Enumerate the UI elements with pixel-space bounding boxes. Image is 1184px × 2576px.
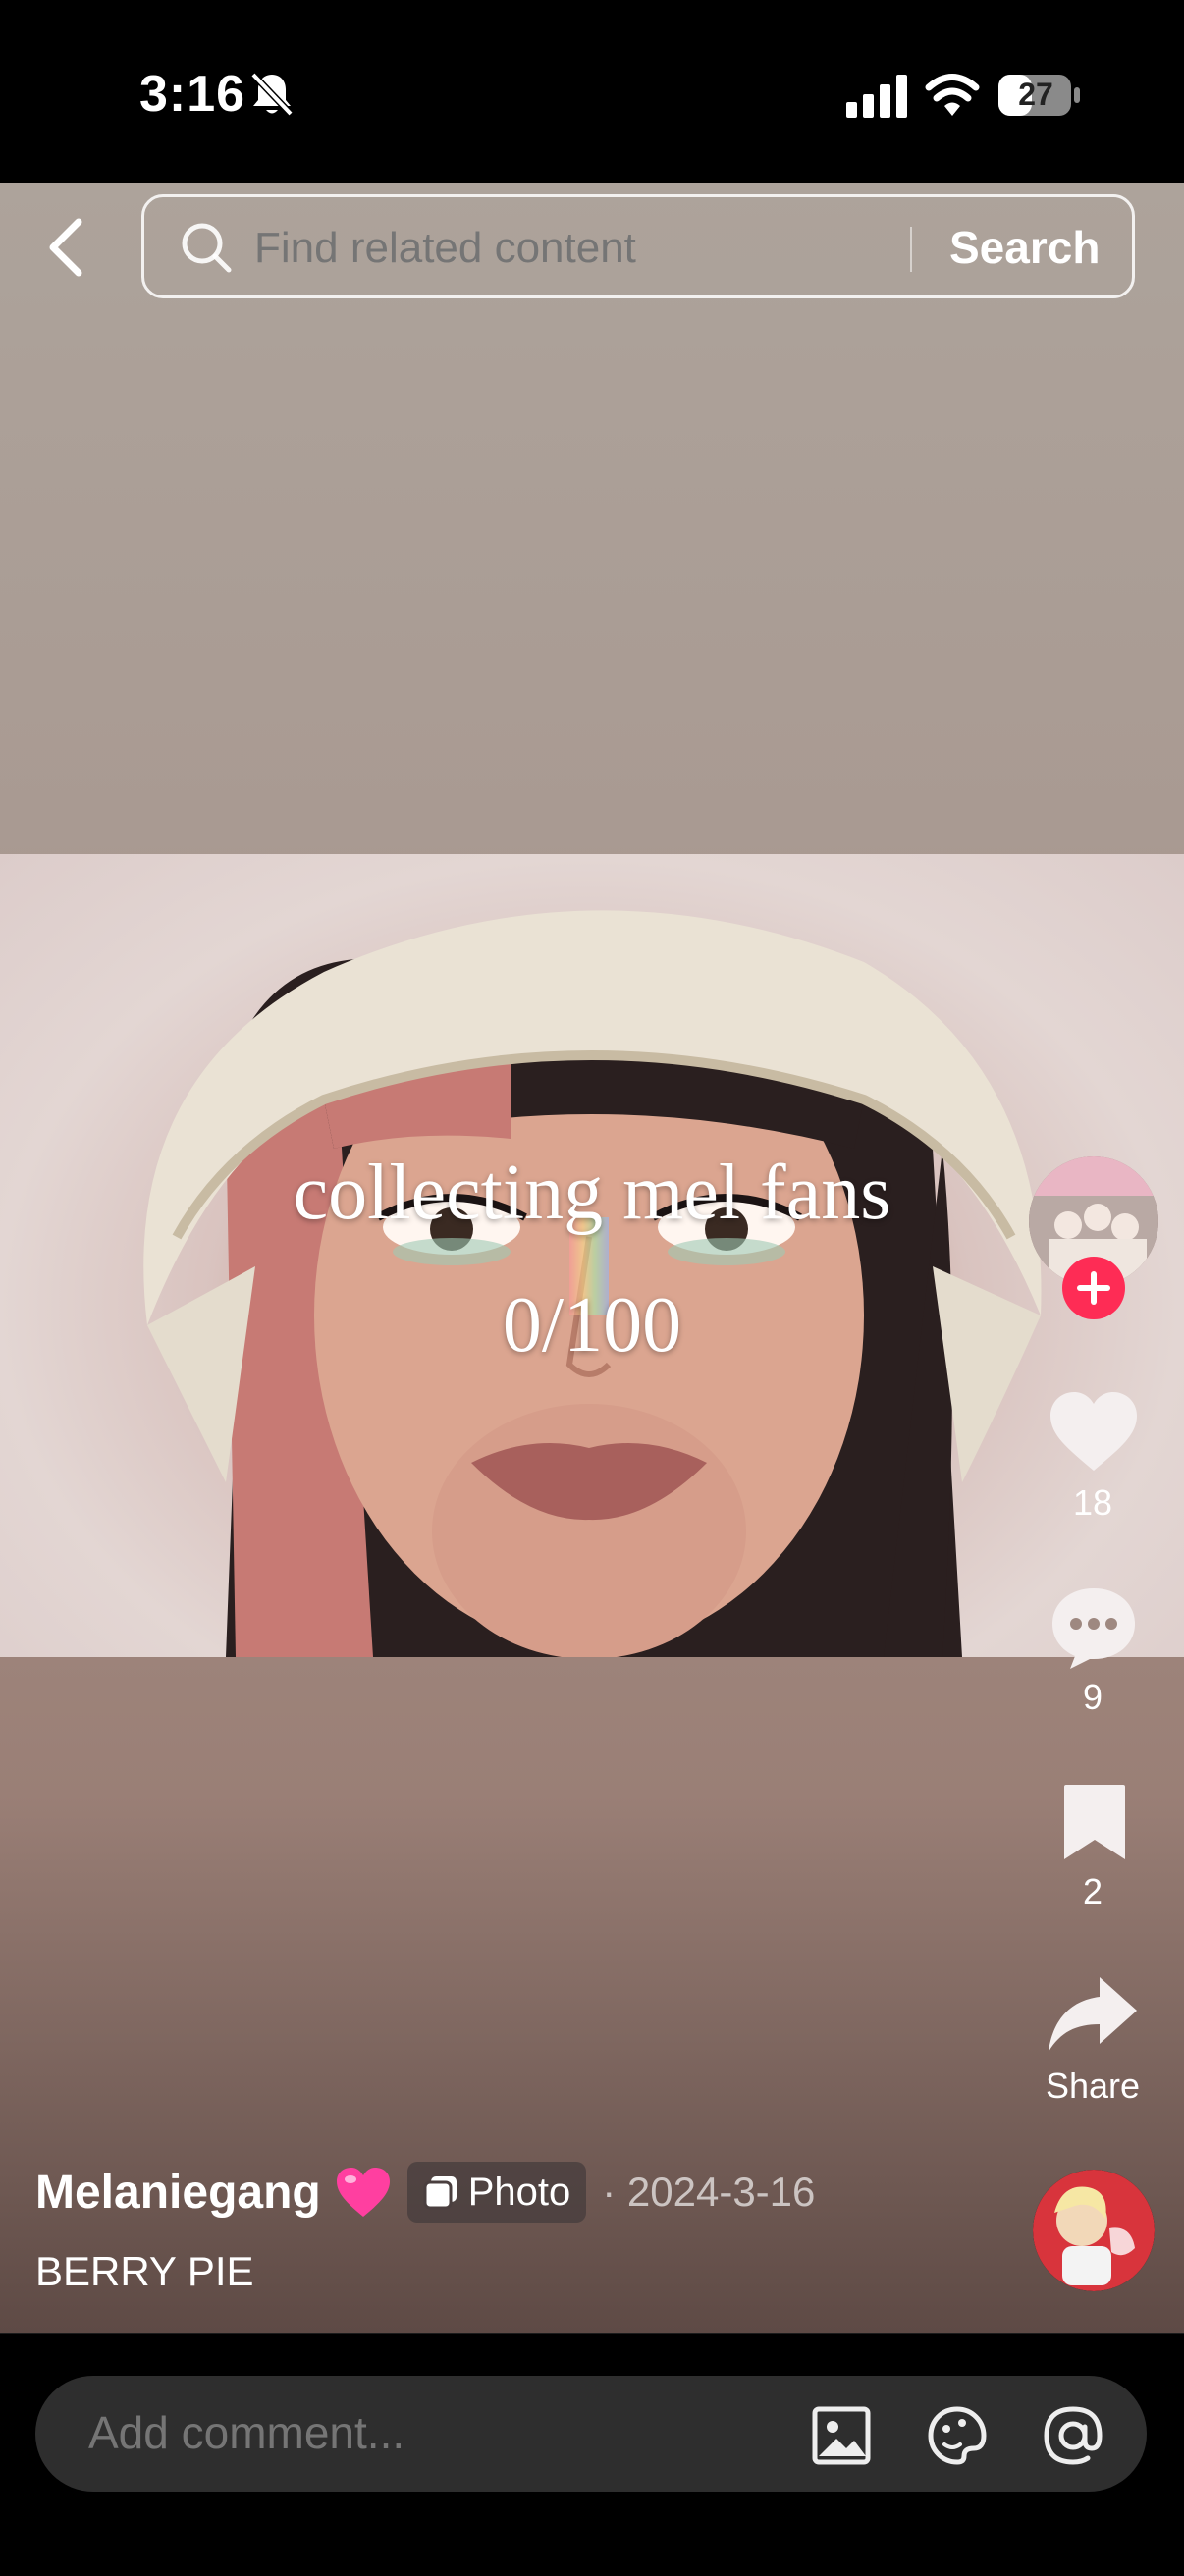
search-button[interactable]: Search (949, 221, 1100, 274)
search-divider (910, 227, 912, 272)
author-row: Melaniegang Photo · 2024-3-16 (35, 2158, 815, 2227)
portrait-illustration (143, 910, 1042, 1657)
image-picker-icon[interactable] (811, 2405, 872, 2466)
bookmark-count: 2 (1082, 1871, 1103, 1911)
search-bar[interactable]: Search (141, 194, 1135, 298)
bell-muted-icon (250, 72, 294, 117)
back-button[interactable] (39, 214, 94, 281)
post-photo[interactable]: collecting mel fans 0/100 (0, 854, 1184, 1657)
comment-count: 9 (1082, 1677, 1103, 1717)
pink-heart-emoji-icon (336, 2168, 390, 2217)
status-bar: 3:16 27 (0, 0, 1184, 183)
comment-input[interactable] (86, 2405, 778, 2460)
search-input[interactable] (252, 223, 845, 274)
photo-badge-label: Photo (467, 2170, 571, 2214)
comment-icon[interactable] (1049, 1584, 1139, 1671)
wifi-icon (925, 74, 980, 116)
like-heart-icon[interactable] (1049, 1390, 1139, 1473)
post-description: BERRY PIE (35, 2248, 254, 2294)
search-icon (182, 223, 232, 273)
status-time: 3:16 (139, 66, 246, 123)
bottom-comment-bar (0, 2333, 1184, 2576)
sticker-icon[interactable] (927, 2405, 988, 2466)
photo-badge: Photo (406, 2162, 587, 2223)
mention-icon[interactable] (1043, 2405, 1103, 2466)
plus-icon (1077, 1271, 1110, 1305)
share-arrow-icon[interactable] (1047, 1973, 1139, 2054)
battery-percent: 27 (1018, 77, 1053, 112)
sound-disc[interactable] (1033, 2170, 1155, 2291)
photo-stack-icon (423, 2176, 457, 2210)
comment-box[interactable] (35, 2376, 1147, 2492)
author-name[interactable]: Melaniegang (35, 2166, 321, 2220)
like-count: 18 (1072, 1482, 1113, 1523)
follow-button[interactable] (1062, 1257, 1125, 1319)
cellular-signal-icon (846, 75, 907, 118)
post-date: · 2024-3-16 (602, 2169, 816, 2215)
share-label[interactable]: Share (1019, 2066, 1166, 2107)
sound-disc-image (1033, 2170, 1155, 2291)
overlay-caption-line-1: collecting mel fans (293, 1150, 891, 1236)
overlay-caption-line-2: 0/100 (502, 1282, 682, 1368)
bookmark-icon[interactable] (1060, 1781, 1129, 1863)
